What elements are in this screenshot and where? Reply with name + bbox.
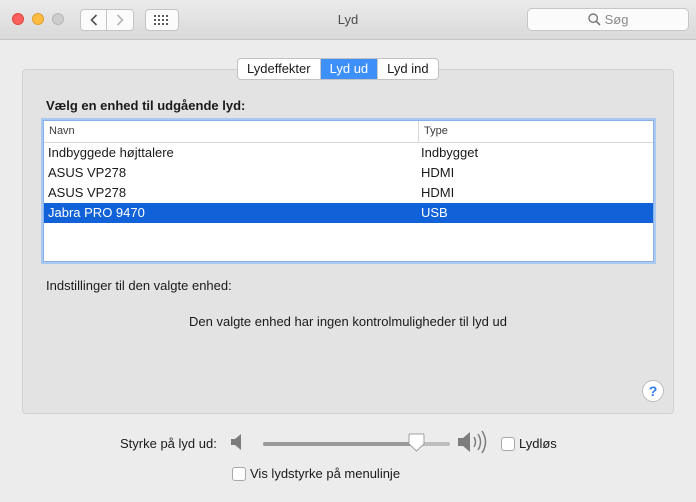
column-header-type[interactable]: Type [419, 121, 653, 142]
volume-fill [263, 442, 417, 446]
table-header: Navn Type [44, 121, 653, 143]
title-bar: Lyd Søg [0, 0, 696, 40]
tab-input[interactable]: Lyd ind [378, 59, 437, 79]
tab-bar: Lydeffekter Lyd ud Lyd ind [237, 58, 439, 80]
column-header-name[interactable]: Navn [44, 121, 419, 142]
volume-slider[interactable] [263, 433, 450, 452]
speaker-high-icon [458, 430, 487, 454]
show-all-button[interactable] [145, 9, 179, 31]
close-window-button[interactable] [12, 13, 24, 25]
tab-output[interactable]: Lyd ud [320, 59, 379, 79]
help-button[interactable]: ? [642, 380, 664, 402]
choose-device-label: Vælg en enhed til udgående lyd: [46, 98, 246, 113]
speaker-low-icon [231, 434, 241, 450]
help-icon: ? [648, 383, 658, 399]
table-row[interactable]: Indbyggede højttalere Indbygget [44, 143, 653, 163]
device-name: ASUS VP278 [48, 185, 127, 200]
grid-icon [154, 15, 168, 25]
table-row[interactable]: ASUS VP278 HDMI [44, 183, 653, 203]
table-row-selected[interactable]: Jabra PRO 9470 USB [44, 203, 653, 223]
search-icon [587, 13, 601, 26]
output-volume-label: Styrke på lyd ud: [120, 436, 217, 451]
device-settings-label: Indstillinger til den valgte enhed: [46, 278, 232, 293]
search-placeholder: Søg [604, 12, 629, 27]
show-volume-in-menubar-checkbox[interactable] [232, 467, 246, 481]
table-row[interactable]: ASUS VP278 HDMI [44, 163, 653, 183]
device-name: Jabra PRO 9470 [48, 205, 145, 220]
show-volume-in-menubar-label: Vis lydstyrke på menulinje [250, 466, 401, 481]
no-controls-message: Den valgte enhed har ingen kontrolmuligh… [189, 314, 507, 329]
search-field[interactable]: Søg [527, 8, 689, 31]
back-button[interactable] [80, 9, 107, 31]
device-type: HDMI [421, 185, 455, 200]
device-type: USB [421, 205, 448, 220]
device-type: Indbygget [421, 145, 479, 160]
device-type: HDMI [421, 165, 455, 180]
volume-knob[interactable] [408, 433, 425, 452]
device-name: Indbyggede højttalere [48, 145, 174, 160]
output-device-table[interactable]: Navn Type Indbyggede højttalere Indbygge… [43, 120, 654, 262]
tab-sound-effects[interactable]: Lydeffekter [238, 59, 321, 79]
mute-checkbox[interactable] [501, 437, 515, 451]
forward-button[interactable] [107, 9, 134, 31]
chevron-right-icon [116, 14, 124, 26]
minimize-window-button[interactable] [32, 13, 44, 25]
mute-label: Lydløs [519, 436, 557, 451]
zoom-window-button[interactable] [52, 13, 64, 25]
chevron-left-icon [89, 14, 97, 26]
device-name: ASUS VP278 [48, 165, 127, 180]
